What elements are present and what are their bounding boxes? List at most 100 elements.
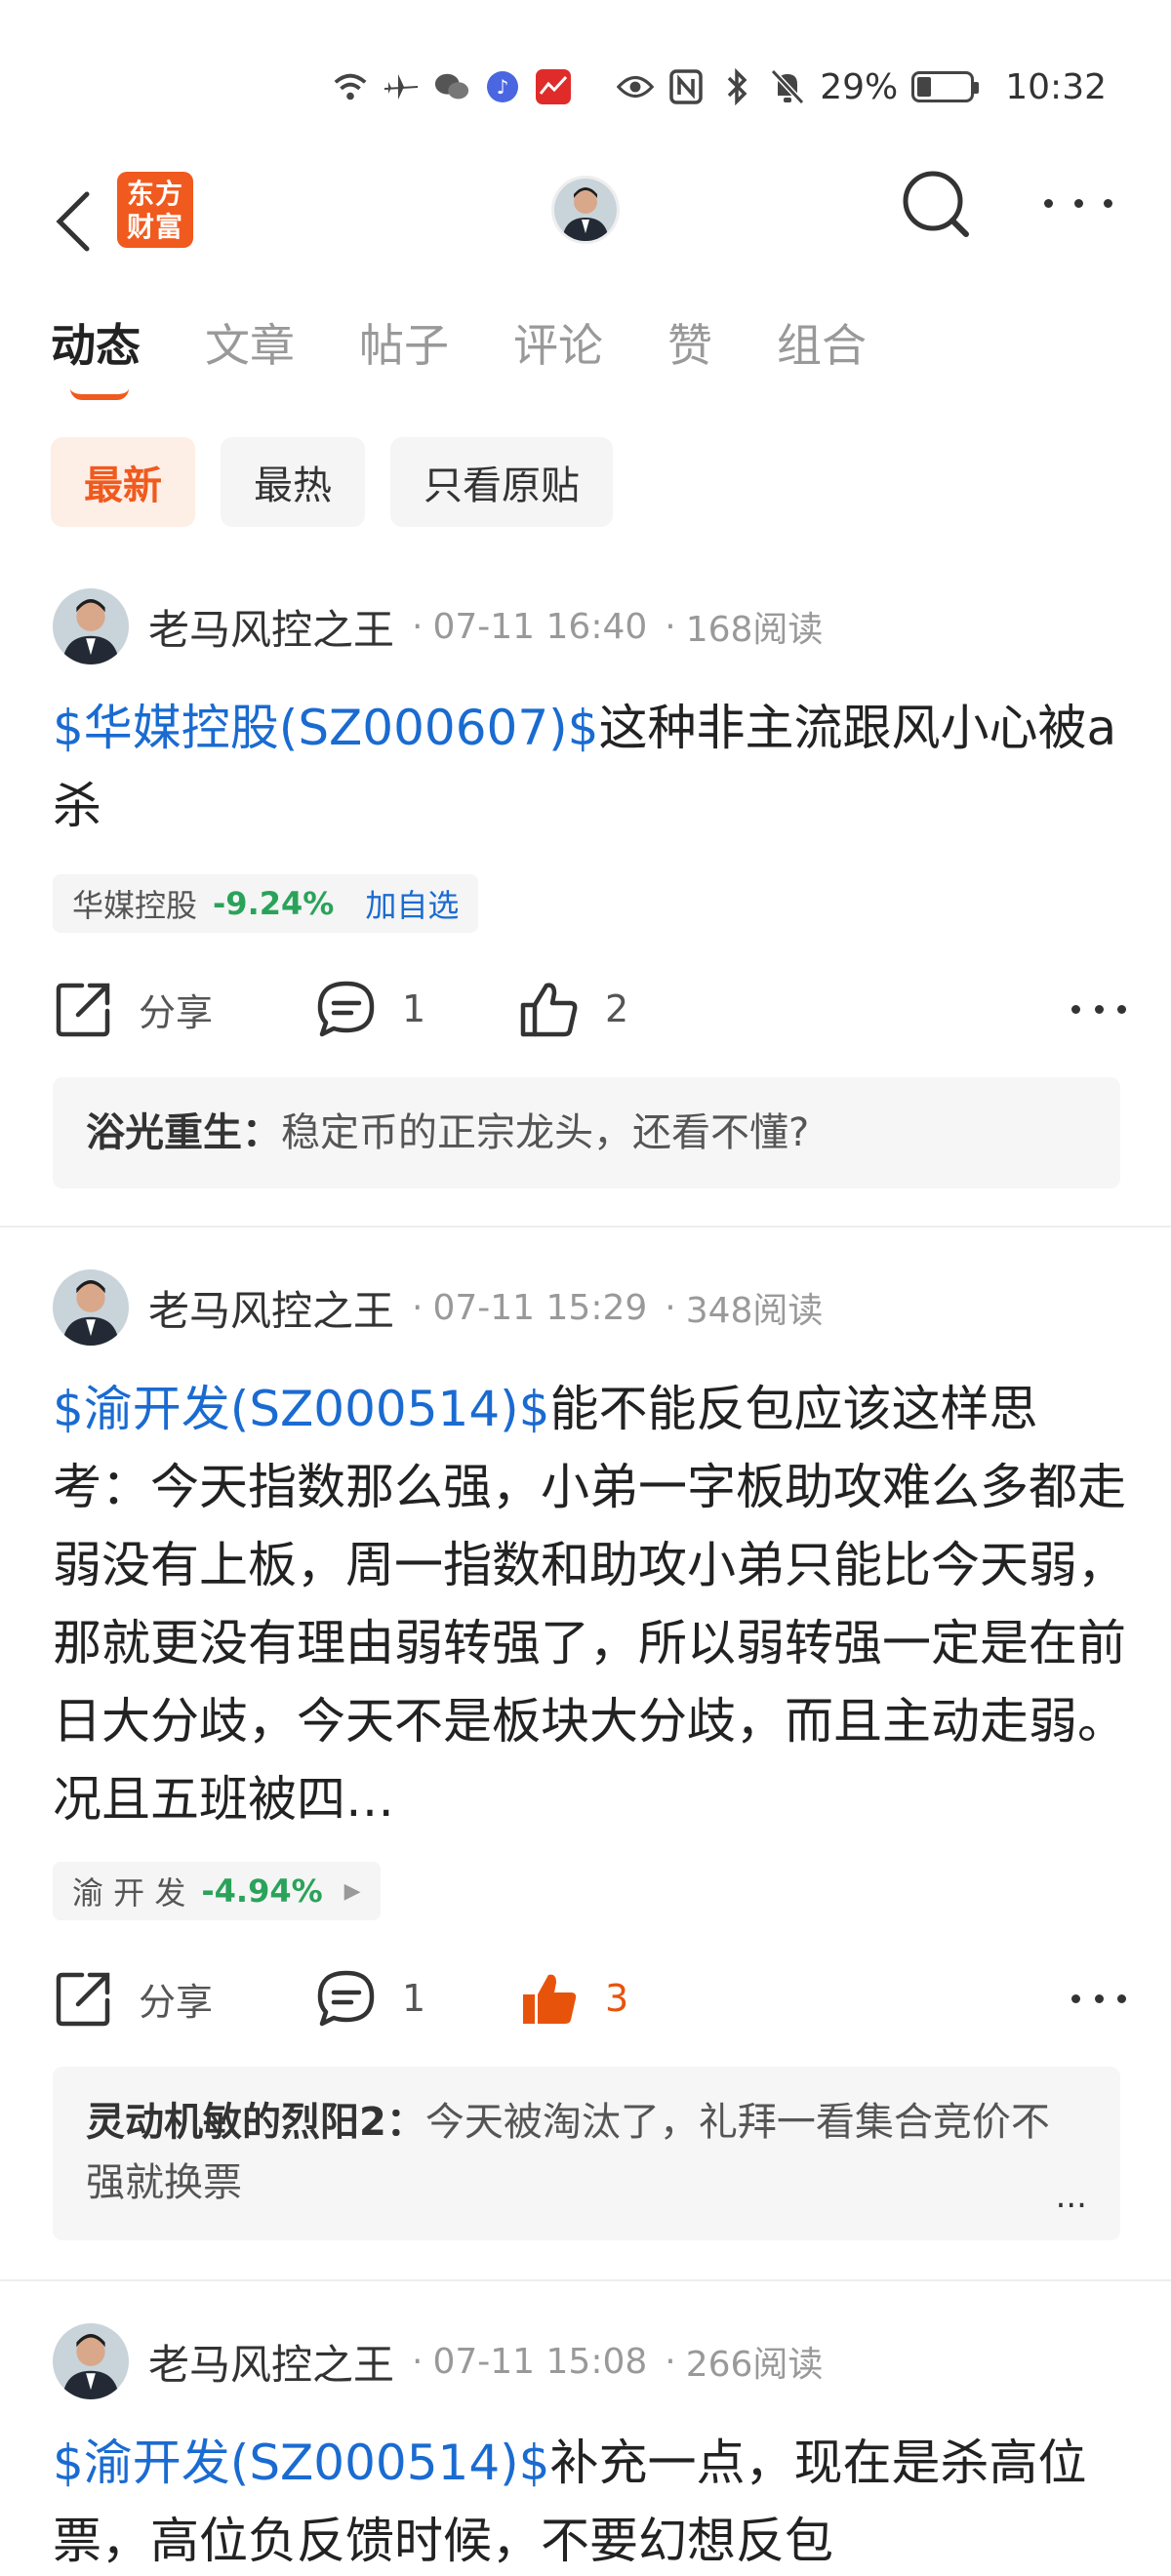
read-count: 348阅读 — [685, 1291, 824, 1331]
author-avatar[interactable] — [53, 2323, 129, 2399]
chevron-left-icon — [56, 191, 90, 252]
filter-original-only[interactable]: 只看原贴 — [390, 437, 613, 527]
post-author-row: 老马风控之王 · 07-11 16:40 · 168阅读 — [53, 587, 823, 665]
meta-separator: · — [412, 1287, 424, 1328]
meta-separator: · — [665, 2341, 676, 2382]
dot-icon — [1104, 198, 1112, 208]
tab-portfolio[interactable]: 组合 — [777, 310, 867, 388]
tab-posts[interactable]: 帖子 — [359, 310, 449, 388]
post-actions: 分享 1 3 — [53, 1959, 1126, 2037]
tab-comments[interactable]: 评论 — [513, 310, 603, 388]
read-count: 168阅读 — [685, 610, 824, 650]
share-button[interactable]: 分享 — [55, 970, 213, 1048]
more-options-button[interactable] — [1044, 183, 1112, 222]
comment-button[interactable]: 1 — [316, 970, 425, 1048]
dot-icon — [1071, 1994, 1080, 2003]
post-divider — [0, 1226, 1171, 1228]
dot-icon — [1117, 1994, 1126, 2003]
post-author-row: 老马风控之王 · 07-11 15:08 · 266阅读 — [53, 2322, 823, 2400]
filter-chips: 最新 最热 只看原贴 — [51, 437, 613, 527]
stock-link[interactable]: $渝开发(SZ000514)$ — [53, 2435, 550, 2491]
profile-avatar[interactable] — [551, 176, 620, 244]
comment-expand[interactable]: ... — [1056, 2166, 1087, 2227]
clock: 10:32 — [1005, 66, 1107, 107]
post-card: 老马风控之王 · 07-11 15:29 · 348阅读 $渝开发(SZ0005… — [0, 1268, 1171, 2283]
eastmoney-logo: 东方 财富 — [117, 172, 193, 248]
search-button[interactable] — [898, 166, 976, 244]
comment-icon — [317, 1970, 375, 2027]
nfc-icon — [667, 68, 705, 105]
dot-icon — [1044, 198, 1053, 208]
author-name[interactable]: 老马风控之王 — [148, 1278, 394, 1338]
like-count: 2 — [605, 987, 629, 1030]
stock-app-icon — [535, 68, 572, 105]
hot-comment[interactable]: 灵动机敏的烈阳2：今天被淘汰了，礼拜一看集合竞价不强就换票 ... — [53, 2067, 1120, 2240]
meta-separator: · — [412, 606, 424, 647]
tab-articles[interactable]: 文章 — [205, 310, 295, 388]
tab-likes[interactable]: 赞 — [667, 310, 712, 388]
dot-icon — [1117, 1005, 1126, 1014]
author-name[interactable]: 老马风控之王 — [148, 597, 394, 657]
post-card: 老马风控之王 · 07-11 15:08 · 266阅读 $渝开发(SZ0005… — [0, 2322, 1171, 2576]
filter-hottest[interactable]: 最热 — [221, 437, 365, 527]
post-body[interactable]: $渝开发(SZ000514)$补充一点，现在是杀高位票，高位负反馈时候，不要幻想… — [53, 2424, 1126, 2576]
stock-link[interactable]: $渝开发(SZ000514)$ — [53, 1381, 550, 1437]
post-more-button[interactable] — [1071, 1005, 1126, 1015]
post-date: 07-11 15:08 — [432, 2341, 648, 2382]
stock-change: -9.24% — [213, 885, 335, 922]
dot-icon — [1094, 1994, 1104, 2003]
stock-link[interactable]: $华媒控股(SZ000607)$ — [53, 700, 599, 756]
status-icons: ♪ 29% 10:32 — [332, 62, 1107, 111]
like-count: 3 — [605, 1977, 629, 2020]
hot-comment[interactable]: 浴光重生：稳定币的正宗龙头，还看不懂? — [53, 1077, 1120, 1188]
comment-button[interactable]: 1 — [316, 1959, 425, 2037]
like-button[interactable]: 2 — [519, 970, 628, 1048]
add-watchlist-button[interactable]: 加自选 — [365, 881, 459, 926]
stock-tag[interactable]: 华媒控股 -9.24% 加自选 — [53, 874, 479, 933]
read-count: 266阅读 — [685, 2345, 824, 2385]
post-body[interactable]: $渝开发(SZ000514)$能不能反包应该这样思考：今天指数那么强，小弟一字板… — [53, 1370, 1126, 1838]
comment-count: 1 — [402, 987, 426, 1030]
stock-tag-name: 华媒控股 — [72, 887, 198, 924]
airplane-icon — [383, 68, 420, 105]
comment-author[interactable]: 浴光重生： — [86, 1110, 281, 1155]
like-button[interactable]: 3 — [519, 1959, 628, 2037]
post-text: 能不能反包应该这样思考：今天指数那么强，小弟一字板助攻难么多都走弱没有上板，周一… — [53, 1381, 1126, 1828]
dot-icon — [1094, 1005, 1104, 1014]
thumbs-up-icon — [520, 983, 578, 1037]
search-icon — [903, 171, 969, 237]
battery-icon — [911, 71, 980, 102]
post-card: 老马风控之王 · 07-11 16:40 · 168阅读 $华媒控股(SZ000… — [0, 585, 1171, 1229]
active-tab-indicator — [70, 388, 129, 400]
bluetooth-icon — [718, 68, 755, 105]
share-icon — [56, 1972, 110, 2027]
stock-tag-name: 渝 开 发 — [72, 1874, 186, 1912]
svg-text:♪: ♪ — [497, 75, 509, 99]
stock-tag[interactable]: 渝 开 发 -4.94% ▶ — [53, 1862, 381, 1920]
dot-icon — [1073, 198, 1083, 208]
author-name[interactable]: 老马风控之王 — [148, 2332, 394, 2392]
thumbs-up-filled-icon — [523, 1974, 577, 2024]
author-avatar[interactable] — [53, 588, 129, 664]
filter-latest[interactable]: 最新 — [51, 437, 195, 527]
post-body[interactable]: $华媒控股(SZ000607)$这种非主流跟风小心被a杀 — [53, 689, 1126, 845]
music-app-icon: ♪ — [484, 68, 521, 105]
meta-separator: · — [412, 2341, 424, 2382]
comment-count: 1 — [402, 1977, 426, 2020]
mute-bell-icon — [769, 68, 806, 105]
dot-icon — [1071, 1005, 1080, 1014]
wechat-icon — [433, 68, 470, 105]
profile-tabs: 动态 文章 帖子 评论 赞 组合 — [51, 310, 867, 400]
caret-right-icon: ▶ — [343, 1878, 361, 1904]
comment-author[interactable]: 灵动机敏的烈阳2： — [86, 2100, 425, 2145]
comment-text: 稳定币的正宗龙头，还看不懂? — [281, 1110, 810, 1155]
post-more-button[interactable] — [1071, 1994, 1126, 2004]
share-button[interactable]: 分享 — [55, 1959, 213, 2037]
share-icon — [56, 983, 110, 1037]
back-button[interactable] — [47, 178, 100, 265]
author-avatar[interactable] — [53, 1269, 129, 1346]
wifi-icon — [332, 68, 369, 105]
post-divider — [0, 2279, 1171, 2281]
post-date: 07-11 16:40 — [432, 606, 648, 647]
tab-dynamics[interactable]: 动态 — [51, 310, 141, 400]
